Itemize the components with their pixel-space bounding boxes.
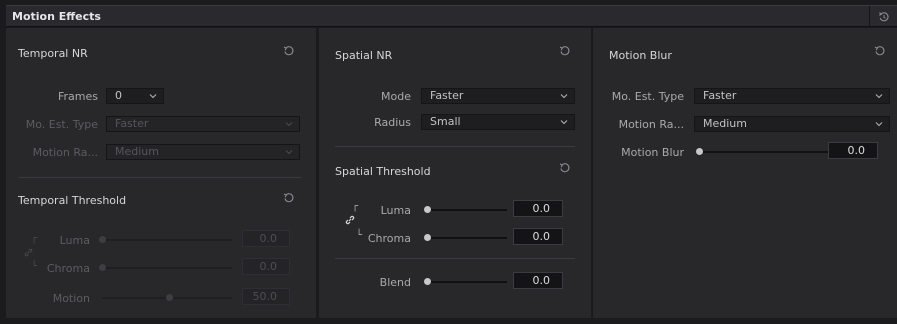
reset-icon[interactable] [559,45,571,57]
radius-label: Radius [374,116,411,129]
motion-blur-label: Motion Blur [621,146,684,159]
frames-label: Frames [57,90,98,103]
spatial-luma-label: Luma [380,204,411,217]
mo-est-type-label: Mo. Est. Type [25,118,98,131]
motion-range-value: Medium [115,145,159,158]
spatial-chroma-knob[interactable] [424,234,431,241]
temporal-motion-label: Motion [52,292,90,305]
temporal-luma-slider[interactable] [102,239,232,241]
spatial-nr-title: Spatial NR [335,49,393,62]
blend-field[interactable]: 0.0 [513,272,563,289]
mb-motion-range-value: Medium [703,117,747,130]
link-icon[interactable] [24,248,33,257]
spatial-nr-panel: Spatial NR Mode Faster Radius Small Spat… [318,28,591,318]
history-reset-icon[interactable] [869,6,897,27]
temporal-threshold-title: Temporal Threshold [18,194,127,207]
mo-est-type-dropdown[interactable]: Faster [106,116,300,132]
radius-value: Small [430,115,461,128]
spatial-chroma-slider[interactable] [427,237,507,239]
frames-dropdown[interactable]: 0 [106,88,164,104]
spatial-threshold-title: Spatial Threshold [335,165,431,178]
blend-slider[interactable] [427,281,507,283]
chevron-down-icon [560,94,568,99]
chevron-down-icon [875,94,883,99]
temporal-chroma-slider[interactable] [102,267,232,269]
panel-title: Motion Effects [12,10,101,23]
reset-icon[interactable] [559,162,571,174]
temporal-chroma-field[interactable]: 0.0 [242,258,290,275]
temporal-nr-title: Temporal NR [18,47,88,60]
spatial-chroma-label: Chroma [367,232,411,245]
reset-icon[interactable] [874,45,886,57]
blend-knob[interactable] [424,278,431,285]
temporal-chroma-label: Chroma [46,262,90,275]
mb-mo-est-type-label: Mo. Est. Type [611,90,684,103]
chevron-down-icon [285,122,293,127]
temporal-nr-panel: Temporal NR Frames 0 Mo. Est. Type Faste… [6,28,316,318]
spatial-chroma-field[interactable]: 0.0 [513,228,563,245]
chevron-down-icon [285,150,293,155]
radius-dropdown[interactable]: Small [421,114,575,130]
spatial-luma-knob[interactable] [424,206,431,213]
frames-value: 0 [115,89,122,102]
section-divider [18,177,302,178]
motion-blur-slider[interactable] [699,151,829,153]
chevron-down-icon [875,122,883,127]
motion-blur-panel: Motion Blur Mo. Est. Type Faster Motion … [592,28,897,318]
mo-est-type-value: Faster [115,117,149,130]
mb-motion-range-label: Motion Ra... [618,118,684,131]
spatial-luma-slider[interactable] [427,209,507,211]
mb-mo-est-type-value: Faster [703,89,737,102]
mode-label: Mode [381,90,411,103]
chevron-down-icon [560,120,568,125]
mode-dropdown[interactable]: Faster [421,88,575,104]
temporal-luma-knob[interactable] [99,236,106,243]
blend-label: Blend [379,276,411,289]
motion-blur-title: Motion Blur [609,49,672,62]
spatial-luma-field[interactable]: 0.0 [513,200,563,217]
mode-value: Faster [430,89,464,102]
motion-range-label: Motion Ra... [32,146,98,159]
reset-icon[interactable] [283,192,295,204]
motion-blur-knob[interactable] [696,148,703,155]
motion-blur-field[interactable]: 0.0 [828,142,878,159]
motion-effects-header: Motion Effects [6,5,897,27]
section-divider [335,258,575,259]
reset-icon[interactable] [283,45,295,57]
temporal-motion-knob[interactable] [166,294,173,301]
chevron-down-icon [149,94,157,99]
section-divider [335,146,575,147]
temporal-chroma-knob[interactable] [99,264,106,271]
temporal-luma-label: Luma [59,234,90,247]
motion-range-dropdown[interactable]: Medium [106,144,300,160]
mb-motion-range-dropdown[interactable]: Medium [694,116,890,132]
mb-mo-est-type-dropdown[interactable]: Faster [694,88,890,104]
temporal-motion-field[interactable]: 50.0 [242,288,290,305]
temporal-luma-field[interactable]: 0.0 [242,230,290,247]
